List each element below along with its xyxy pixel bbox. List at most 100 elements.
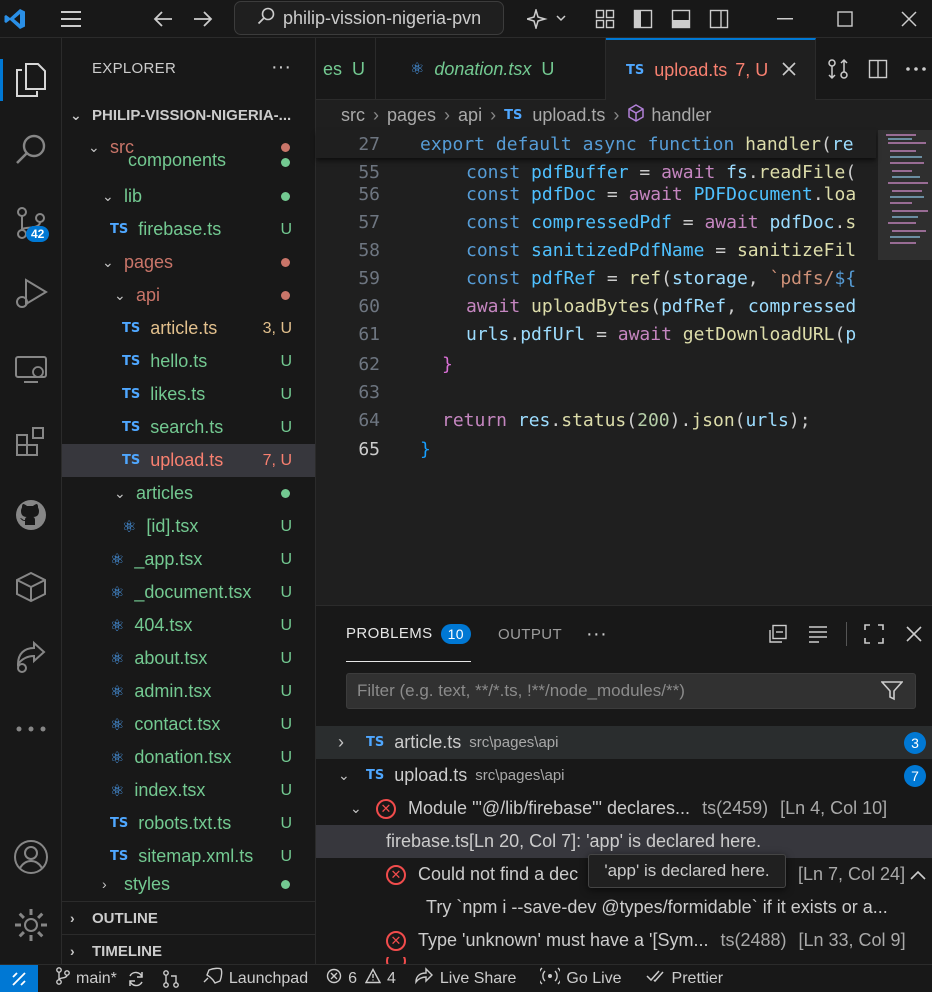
run-debug-icon[interactable] (0, 268, 62, 318)
pull-request-icon[interactable] (163, 969, 179, 988)
tree-folder-components[interactable]: components (62, 153, 315, 171)
sync-icon[interactable] (127, 970, 145, 988)
problem-hint[interactable]: Try `npm i --save-dev @types/formidable`… (316, 891, 932, 924)
workspace-header[interactable]: ⌄ PHILIP-VISSION-NIGERIA-... (62, 100, 315, 130)
breadcrumb-item[interactable]: handler (651, 105, 711, 126)
tree-file-likes[interactable]: TS likes.ts U (62, 378, 315, 411)
tree-file-about[interactable]: ⚛ about.tsx U (62, 642, 315, 675)
prettier-item[interactable]: Prettier (646, 969, 723, 988)
tree-file-document[interactable]: ⚛ _document.tsx U (62, 576, 315, 609)
breadcrumb: src › pages › api › TS upload.ts › handl… (316, 100, 932, 130)
typescript-file-icon: TS (110, 849, 129, 864)
timeline-section-header[interactable]: › TIMELINE (62, 934, 315, 964)
toggle-panel-icon[interactable] (668, 0, 694, 38)
command-center-search[interactable]: philip-vission-nigeria-pvn (234, 1, 504, 35)
tab-upload[interactable]: TS upload.ts 7, U (606, 38, 816, 100)
tree-folder-pages[interactable]: ⌄ pages (62, 246, 315, 279)
maximize-icon[interactable] (830, 0, 860, 38)
chevron-down-icon: ⌄ (114, 485, 126, 501)
tab-donation[interactable]: ⚛ donation.tsx U (376, 38, 606, 100)
account-icon[interactable] (0, 832, 62, 882)
chevron-up-icon[interactable] (910, 864, 926, 885)
breadcrumb-item[interactable]: src (341, 105, 365, 126)
close-panel-icon[interactable] (906, 606, 922, 662)
tree-file-firebase[interactable]: TS firebase.ts U (62, 213, 315, 246)
view-as-list-icon[interactable] (808, 606, 828, 662)
toggle-sidebar-icon[interactable] (630, 0, 656, 38)
tree-folder-lib[interactable]: ⌄ lib (62, 180, 315, 213)
tab-output[interactable]: OUTPUT (498, 606, 562, 662)
back-arrow-icon[interactable] (148, 0, 178, 38)
explorer-files-icon[interactable] (0, 55, 62, 105)
package-box-icon[interactable] (0, 562, 62, 612)
search-activity-icon[interactable] (0, 125, 62, 175)
problem-group-upload[interactable]: ⌄ TS upload.ts src\pages\api 7 (316, 759, 932, 792)
minimize-icon[interactable] (770, 0, 800, 38)
tree-file-contact[interactable]: ⚛ contact.tsx U (62, 708, 315, 741)
customize-layout-icon[interactable] (592, 0, 618, 38)
remote-explorer-icon[interactable] (0, 345, 62, 395)
tree-file-sitemap[interactable]: TS sitemap.xml.ts U (62, 840, 315, 873)
extensions-icon[interactable] (0, 416, 62, 466)
live-share-item[interactable]: Live Share (414, 967, 516, 990)
code-line: 63 (316, 378, 876, 406)
source-control-icon[interactable]: 42 (0, 198, 62, 248)
problem-item-cutoff (316, 957, 932, 964)
tab-label: PROBLEMS (346, 625, 433, 642)
forward-arrow-icon[interactable] (188, 0, 218, 38)
tree-file-app[interactable]: ⚛ _app.tsx U (62, 543, 315, 576)
tree-folder-api[interactable]: ⌄ api (62, 279, 315, 312)
maximize-panel-icon[interactable] (864, 606, 884, 662)
problems-status[interactable]: 6 4 (326, 968, 396, 989)
tree-file-donation[interactable]: ⚛ donation.tsx U (62, 741, 315, 774)
sticky-scroll-header[interactable]: 27 export default async function handler(… (316, 130, 876, 158)
launchpad-item[interactable]: Launchpad (201, 967, 308, 990)
tree-file-index[interactable]: ⚛ index.tsx U (62, 774, 315, 807)
tab-partial[interactable]: es U (316, 38, 376, 100)
group-file: article.ts (394, 732, 462, 752)
live-share-icon[interactable] (0, 632, 62, 682)
filter-icon[interactable] (880, 681, 904, 706)
tree-file-article[interactable]: TS article.ts 3, U (62, 312, 315, 345)
tree-file-search[interactable]: TS search.ts U (62, 411, 315, 444)
explorer-more-actions-icon[interactable]: ··· (271, 56, 291, 79)
go-live-item[interactable]: Go Live (538, 967, 622, 990)
problems-filter-input[interactable]: Filter (e.g. text, **/*.ts, !**/node_mod… (346, 673, 916, 709)
compare-changes-icon[interactable] (824, 38, 852, 100)
tree-file-id[interactable]: ⚛ [id].tsx U (62, 510, 315, 543)
code-editor[interactable]: 55 const pdfBuffer = await fs.readFile( 5… (316, 130, 932, 600)
more-views-icon[interactable] (0, 704, 62, 754)
close-window-icon[interactable] (894, 0, 924, 38)
close-tab-icon[interactable] (782, 60, 796, 81)
problem-item[interactable]: ✕ Type 'unknown' must have a '[Sym... ts… (316, 924, 932, 957)
github-icon[interactable] (0, 490, 62, 540)
tree-file-admin[interactable]: ⚛ admin.tsx U (62, 675, 315, 708)
outline-section-header[interactable]: › OUTLINE (62, 901, 315, 934)
editor-more-actions-icon[interactable] (902, 38, 930, 100)
problem-group-article[interactable]: › TS article.ts src\pages\api 3 (316, 726, 932, 759)
breadcrumb-item[interactable]: api (458, 105, 482, 126)
branch-status[interactable]: main* (56, 967, 117, 990)
problem-item[interactable]: ⌄ ✕ Module '"@/lib/firebase"' declares..… (316, 792, 932, 825)
panel-more-icon[interactable]: ··· (586, 606, 607, 662)
minimap[interactable] (878, 130, 932, 600)
tree-file-hello[interactable]: TS hello.ts U (62, 345, 315, 378)
problem-location: [Ln 33, Col 9] (798, 930, 906, 950)
tree-label: api (136, 285, 161, 305)
breadcrumb-item[interactable]: upload.ts (532, 105, 605, 126)
split-editor-icon[interactable] (864, 38, 892, 100)
settings-gear-icon[interactable] (0, 900, 62, 950)
breadcrumb-item[interactable]: pages (387, 105, 436, 126)
collapse-all-icon[interactable] (768, 606, 788, 662)
tree-file-upload[interactable]: TS upload.ts 7, U (62, 444, 315, 477)
remote-indicator-icon[interactable] (0, 964, 38, 992)
tree-folder-styles[interactable]: › styles (62, 873, 315, 895)
tree-file-robots[interactable]: TS robots.txt.ts U (62, 807, 315, 840)
tree-label: index.tsx (134, 780, 206, 800)
toggle-secondary-sidebar-icon[interactable] (706, 0, 732, 38)
tree-file-404[interactable]: ⚛ 404.tsx U (62, 609, 315, 642)
menu-icon[interactable] (56, 0, 86, 38)
copilot-sparkle-icon[interactable] (522, 0, 572, 38)
tree-folder-articles[interactable]: ⌄ articles (62, 477, 315, 510)
tab-problems[interactable]: PROBLEMS 10 (346, 606, 471, 662)
